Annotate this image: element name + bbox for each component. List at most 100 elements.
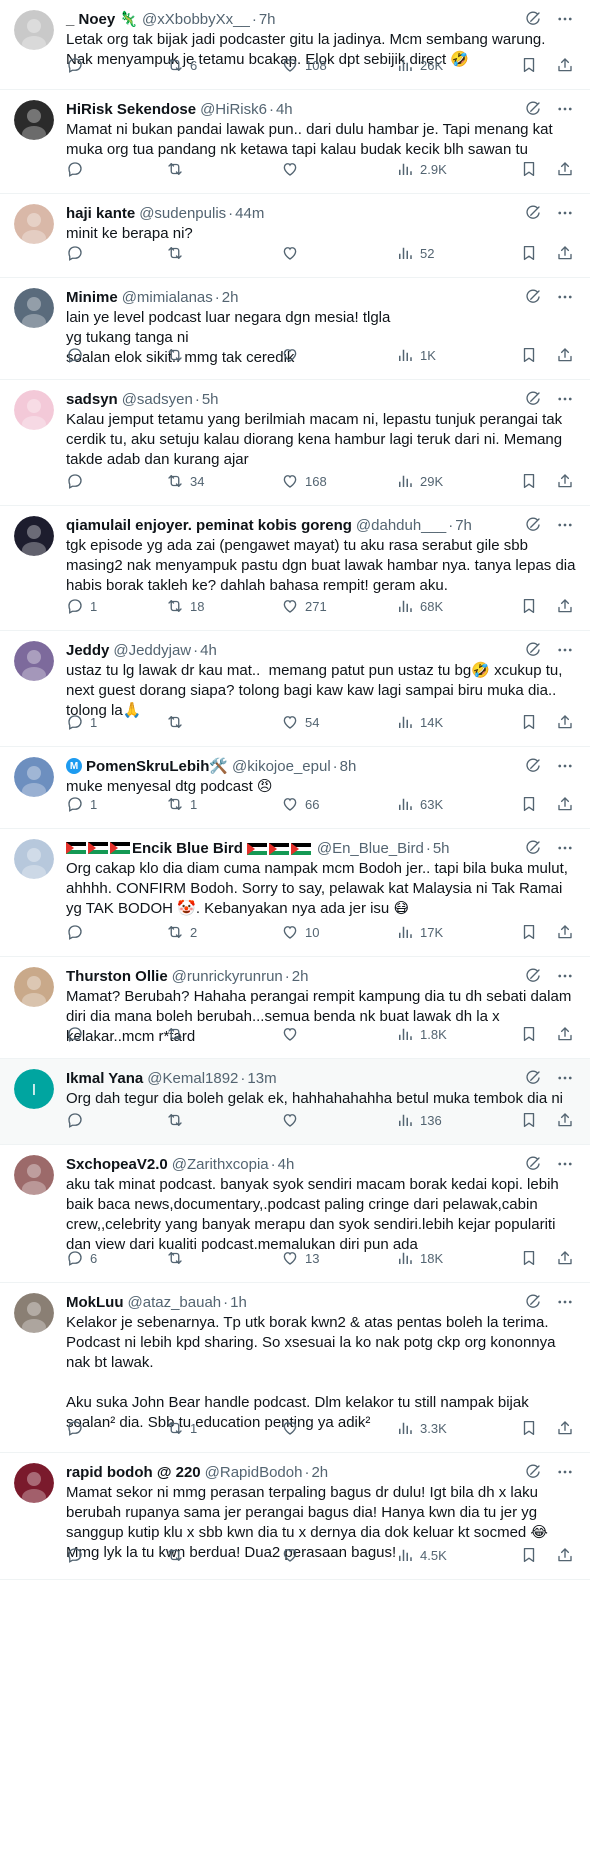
like-button[interactable]: 13 xyxy=(281,1249,396,1267)
more-icon[interactable] xyxy=(556,757,574,775)
avatar[interactable] xyxy=(14,516,54,556)
timestamp[interactable]: 1h xyxy=(230,1294,247,1311)
bookmark-button[interactable] xyxy=(520,160,538,178)
user-handle[interactable]: @sadsyen xyxy=(122,391,193,408)
user-handle[interactable]: @Jeddyjaw xyxy=(113,642,191,659)
like-button[interactable]: 168 xyxy=(281,472,396,490)
share-button[interactable] xyxy=(556,1546,574,1564)
reply-button[interactable] xyxy=(66,56,166,74)
more-icon[interactable] xyxy=(556,1069,574,1087)
tweet[interactable]: Encik Blue Bird @En_Blue_Bird · 5h Org cakap… xyxy=(0,829,590,957)
tweet[interactable]: rapid bodoh @ 220 @RapidBodoh · 2h Mamat sek… xyxy=(0,1453,590,1580)
user-handle[interactable]: @kikojoe_epul xyxy=(232,758,331,775)
avatar[interactable] xyxy=(14,641,54,681)
share-button[interactable] xyxy=(556,244,574,262)
share-button[interactable] xyxy=(556,472,574,490)
retweet-button[interactable]: 2 xyxy=(166,923,281,941)
display-name[interactable]: _ Noey 🦎 xyxy=(66,10,138,28)
share-button[interactable] xyxy=(556,56,574,74)
timestamp[interactable]: 2h xyxy=(222,289,239,306)
bookmark-button[interactable] xyxy=(520,597,538,615)
display-name[interactable]: qiamulail enjoyer. peminat kobis goreng xyxy=(66,517,352,534)
retweet-button[interactable]: 6 xyxy=(166,56,281,74)
like-button[interactable] xyxy=(281,160,396,178)
like-button[interactable] xyxy=(281,1111,396,1129)
timestamp[interactable]: 4h xyxy=(278,1156,295,1173)
grok-icon[interactable] xyxy=(524,288,542,306)
views-button[interactable]: 1.8K xyxy=(396,1025,506,1043)
like-button[interactable]: 108 xyxy=(281,56,396,74)
share-button[interactable] xyxy=(556,597,574,615)
bookmark-button[interactable] xyxy=(520,244,538,262)
tweet[interactable]: HiRisk Sekendose @HiRisk6 · 4h Mamat ni buka… xyxy=(0,90,590,194)
display-name[interactable]: MokLuu xyxy=(66,1294,124,1311)
more-icon[interactable] xyxy=(556,390,574,408)
reply-button[interactable] xyxy=(66,1025,166,1043)
grok-icon[interactable] xyxy=(524,204,542,222)
reply-button[interactable] xyxy=(66,346,166,364)
tweet[interactable]: haji kante @sudenpulis · 44m minit ke berapa… xyxy=(0,194,590,278)
grok-icon[interactable] xyxy=(524,1069,542,1087)
tweet[interactable]: SxchopeaV2.0 @Zarithxcopia · 4h aku tak mina… xyxy=(0,1145,590,1283)
reply-button[interactable]: 6 xyxy=(66,1249,166,1267)
more-icon[interactable] xyxy=(556,839,574,857)
retweet-button[interactable]: 1 xyxy=(166,1419,281,1437)
retweet-button[interactable] xyxy=(166,346,281,364)
views-button[interactable]: 68K xyxy=(396,597,506,615)
tweet[interactable]: qiamulail enjoyer. peminat kobis goreng @… xyxy=(0,506,590,631)
bookmark-button[interactable] xyxy=(520,923,538,941)
views-button[interactable]: 29K xyxy=(396,472,506,490)
like-button[interactable] xyxy=(281,1419,396,1437)
display-name[interactable]: Jeddy xyxy=(66,642,109,659)
timestamp[interactable]: 4h xyxy=(276,101,293,118)
like-button[interactable]: 66 xyxy=(281,795,396,813)
display-name[interactable]: Encik Blue Bird xyxy=(132,840,243,857)
bookmark-button[interactable] xyxy=(520,1111,538,1129)
reply-button[interactable] xyxy=(66,1419,166,1437)
tweet[interactable]: MokLuu @ataz_bauah · 1h Kelakor je sebenarny… xyxy=(0,1283,590,1453)
more-icon[interactable] xyxy=(556,204,574,222)
share-button[interactable] xyxy=(556,1419,574,1437)
user-handle[interactable]: @dahduh___ xyxy=(356,517,446,534)
share-button[interactable] xyxy=(556,713,574,731)
bookmark-button[interactable] xyxy=(520,472,538,490)
timestamp[interactable]: 4h xyxy=(200,642,217,659)
reply-button[interactable] xyxy=(66,1546,166,1564)
display-name[interactable]: Thurston Ollie xyxy=(66,968,168,985)
share-button[interactable] xyxy=(556,1249,574,1267)
views-button[interactable]: 63K xyxy=(396,795,506,813)
reply-button[interactable]: 1 xyxy=(66,795,166,813)
display-name[interactable]: sadsyn xyxy=(66,391,118,408)
user-handle[interactable]: @HiRisk6 xyxy=(200,101,267,118)
user-handle[interactable]: @ataz_bauah xyxy=(128,1294,222,1311)
grok-icon[interactable] xyxy=(524,10,542,28)
avatar[interactable] xyxy=(14,967,54,1007)
share-button[interactable] xyxy=(556,1111,574,1129)
tweet[interactable]: sadsyn @sadsyen · 5h Kalau jemput tetamu yan… xyxy=(0,380,590,506)
more-icon[interactable] xyxy=(556,1155,574,1173)
views-button[interactable]: 18K xyxy=(396,1249,506,1267)
tweet[interactable]: Jeddy @Jeddyjaw · 4h ustaz tu lg lawak dr ka… xyxy=(0,631,590,747)
more-icon[interactable] xyxy=(556,516,574,534)
views-button[interactable]: 136 xyxy=(396,1111,506,1129)
reply-button[interactable]: 1 xyxy=(66,713,166,731)
bookmark-button[interactable] xyxy=(520,713,538,731)
views-button[interactable]: 1K xyxy=(396,346,506,364)
reply-button[interactable] xyxy=(66,1111,166,1129)
avatar[interactable] xyxy=(14,10,54,50)
tweet[interactable]: I Ikmal Yana @Kemal1892 · 13m Org dah tegur d… xyxy=(0,1059,590,1145)
avatar[interactable] xyxy=(14,839,54,879)
user-handle[interactable]: @RapidBodoh xyxy=(205,1464,303,1481)
share-button[interactable] xyxy=(556,346,574,364)
user-handle[interactable]: @Kemal1892 xyxy=(147,1070,238,1087)
retweet-button[interactable] xyxy=(166,1249,281,1267)
grok-icon[interactable] xyxy=(524,1155,542,1173)
share-button[interactable] xyxy=(556,923,574,941)
grok-icon[interactable] xyxy=(524,100,542,118)
display-name[interactable]: Ikmal Yana xyxy=(66,1070,143,1087)
views-button[interactable]: 14K xyxy=(396,713,506,731)
views-button[interactable]: 17K xyxy=(396,923,506,941)
bookmark-button[interactable] xyxy=(520,56,538,74)
display-name[interactable]: SxchopeaV2.0 xyxy=(66,1156,168,1173)
grok-icon[interactable] xyxy=(524,516,542,534)
